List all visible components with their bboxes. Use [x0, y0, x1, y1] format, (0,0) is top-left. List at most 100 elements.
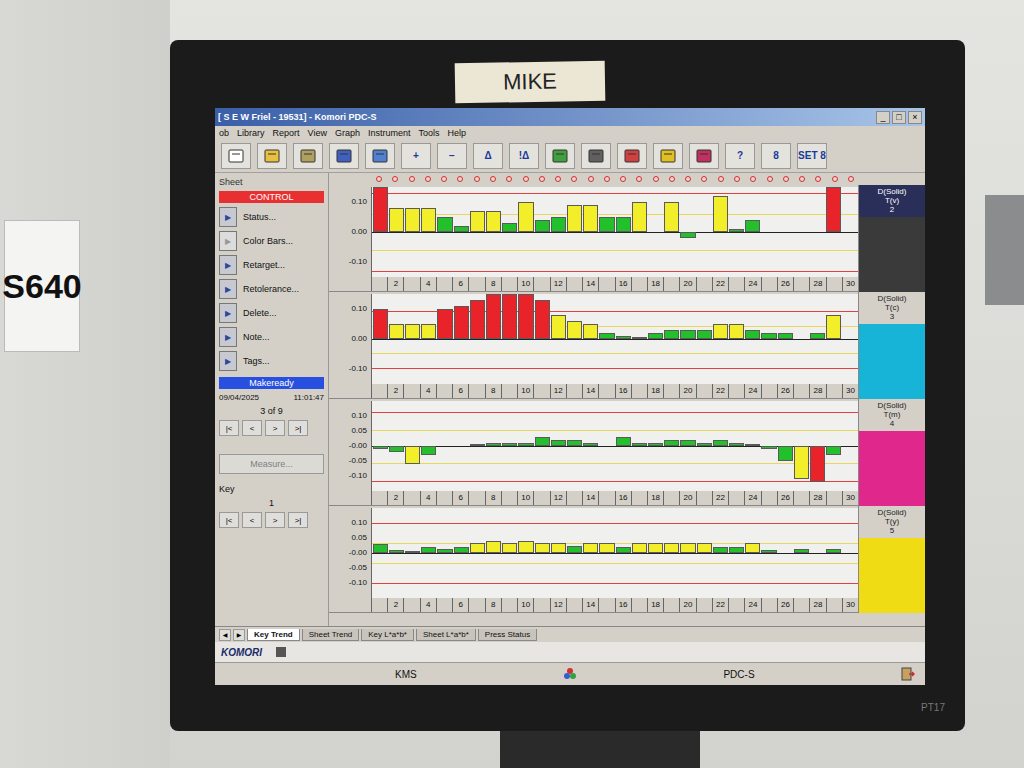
bar[interactable]: [470, 543, 485, 554]
toolbar-button[interactable]: ?: [725, 143, 755, 169]
bar[interactable]: [437, 217, 452, 232]
sidebar-action[interactable]: ▶Retolerance...: [219, 279, 324, 299]
zone-dot[interactable]: [718, 176, 724, 182]
bar[interactable]: [599, 333, 614, 339]
bar[interactable]: [794, 446, 809, 479]
toolbar-button[interactable]: [689, 143, 719, 169]
zone-dot[interactable]: [653, 176, 659, 182]
bar[interactable]: [551, 440, 566, 446]
color-dots-icon[interactable]: [563, 667, 577, 681]
bar[interactable]: [826, 549, 841, 554]
measure-button[interactable]: Measure...: [219, 454, 324, 474]
zone-dot[interactable]: [669, 176, 675, 182]
toolbar-button[interactable]: −: [437, 143, 467, 169]
nav-button[interactable]: >|: [288, 512, 308, 528]
zone-dot[interactable]: [750, 176, 756, 182]
toolbar-button[interactable]: SET 8: [797, 143, 827, 169]
arrow-button[interactable]: ▶: [219, 279, 237, 299]
zone-dot[interactable]: [457, 176, 463, 182]
bar[interactable]: [713, 324, 728, 339]
toolbar-button[interactable]: 8: [761, 143, 791, 169]
sidebar-action[interactable]: ▶Delete...: [219, 303, 324, 323]
bar[interactable]: [599, 217, 614, 232]
toolbar-button[interactable]: [329, 143, 359, 169]
bar[interactable]: [373, 446, 388, 449]
bar[interactable]: [632, 543, 647, 554]
sheet-tab[interactable]: Press Status: [478, 629, 537, 641]
sidebar-action[interactable]: ▶Status...: [219, 207, 324, 227]
zone-dot[interactable]: [734, 176, 740, 182]
bar[interactable]: [729, 324, 744, 339]
bar[interactable]: [761, 333, 776, 339]
bar[interactable]: [486, 443, 501, 446]
window-control-button[interactable]: _: [876, 111, 890, 124]
bar[interactable]: [680, 232, 695, 238]
bar[interactable]: [697, 330, 712, 339]
job-badge[interactable]: Makeready: [219, 377, 324, 389]
menu-item[interactable]: Report: [273, 128, 300, 138]
zone-dot[interactable]: [799, 176, 805, 182]
menu-item[interactable]: Instrument: [368, 128, 411, 138]
bar[interactable]: [664, 440, 679, 446]
bar[interactable]: [373, 544, 388, 553]
ink-swatch[interactable]: D(Solid)T(v)2: [858, 185, 925, 292]
toolbar-button[interactable]: Δ: [473, 143, 503, 169]
bar[interactable]: [421, 547, 436, 553]
ink-swatch[interactable]: D(Solid)T(y)5: [858, 506, 925, 613]
bar[interactable]: [551, 543, 566, 554]
zone-dot[interactable]: [604, 176, 610, 182]
bar[interactable]: [810, 333, 825, 339]
toolbar-button[interactable]: [365, 143, 395, 169]
window-control-button[interactable]: ×: [908, 111, 922, 124]
bar[interactable]: [437, 549, 452, 554]
bar[interactable]: [486, 211, 501, 232]
bar[interactable]: [454, 306, 469, 339]
sheet-tab[interactable]: Sheet L*a*b*: [416, 629, 476, 641]
zone-dot[interactable]: [815, 176, 821, 182]
bar[interactable]: [389, 446, 404, 452]
bar[interactable]: [518, 202, 533, 232]
toolbar-button[interactable]: [545, 143, 575, 169]
zone-dot[interactable]: [474, 176, 480, 182]
bar[interactable]: [567, 440, 582, 446]
nav-button[interactable]: |<: [219, 512, 239, 528]
toolbar-button[interactable]: +: [401, 143, 431, 169]
arrow-button[interactable]: ▶: [219, 351, 237, 371]
bar[interactable]: [616, 336, 631, 339]
bar[interactable]: [664, 543, 679, 553]
bar[interactable]: [583, 324, 598, 339]
bar[interactable]: [551, 217, 566, 232]
bar[interactable]: [729, 547, 744, 553]
bar[interactable]: [454, 226, 469, 232]
zone-dot[interactable]: [701, 176, 707, 182]
bar[interactable]: [648, 333, 663, 339]
bar[interactable]: [470, 300, 485, 339]
zone-dot[interactable]: [571, 176, 577, 182]
nav-button[interactable]: <: [242, 512, 262, 528]
bar[interactable]: [567, 205, 582, 232]
bar[interactable]: [405, 446, 420, 464]
arrow-button[interactable]: ▶: [219, 327, 237, 347]
menu-item[interactable]: Graph: [335, 128, 360, 138]
toolbar-button[interactable]: [257, 143, 287, 169]
bar[interactable]: [518, 541, 533, 553]
bar[interactable]: [729, 229, 744, 232]
arrow-button[interactable]: ▶: [219, 207, 237, 227]
bar[interactable]: [405, 551, 420, 553]
sidebar-action[interactable]: ▶Tags...: [219, 351, 324, 371]
exit-icon[interactable]: [901, 667, 915, 681]
zone-dot[interactable]: [783, 176, 789, 182]
bar[interactable]: [486, 541, 501, 553]
bar[interactable]: [518, 294, 533, 339]
bar[interactable]: [745, 444, 760, 446]
bar[interactable]: [454, 547, 469, 553]
bar[interactable]: [502, 294, 517, 339]
bar[interactable]: [632, 443, 647, 446]
zone-dot[interactable]: [523, 176, 529, 182]
arrow-button[interactable]: ▶: [219, 255, 237, 275]
bar[interactable]: [421, 208, 436, 232]
bar[interactable]: [583, 443, 598, 446]
bar[interactable]: [680, 543, 695, 553]
toolbar-button[interactable]: !Δ: [509, 143, 539, 169]
zone-dot[interactable]: [767, 176, 773, 182]
